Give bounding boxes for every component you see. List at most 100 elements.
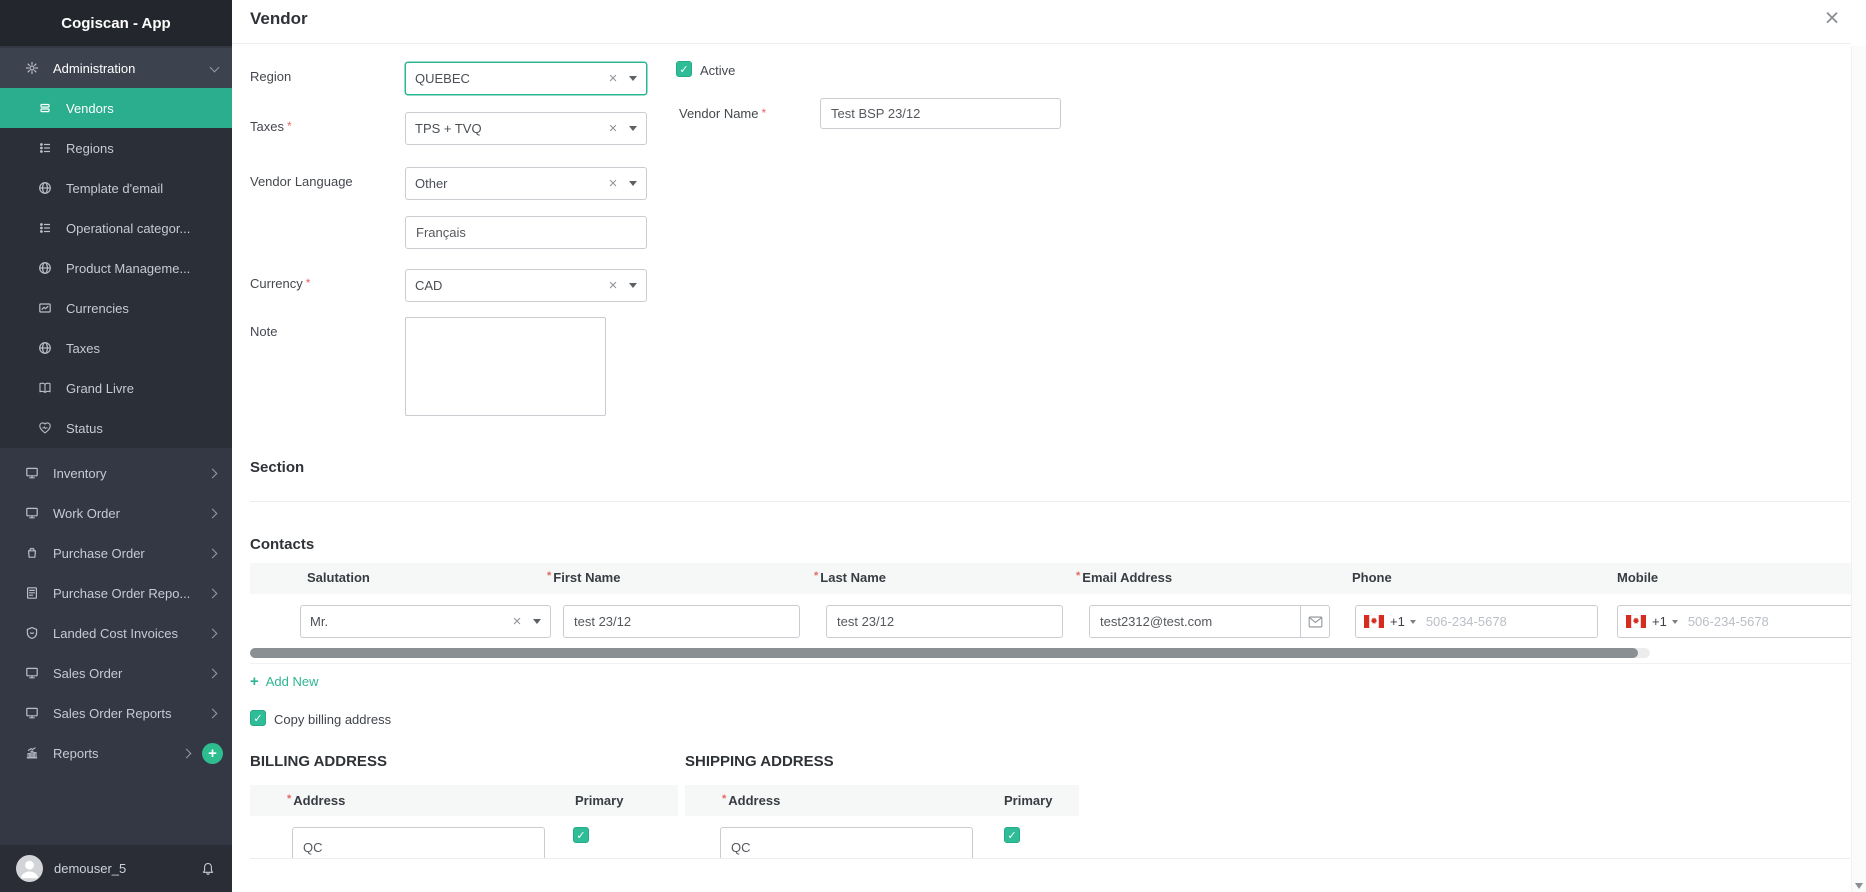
shipping-address-input[interactable] — [720, 827, 973, 859]
vendor-panel: Vendor Region QUEBEC Active Taxes TPS + … — [232, 0, 1866, 892]
vendor-name-label: Vendor Name — [679, 106, 766, 121]
active-checkbox[interactable] — [676, 61, 692, 77]
chevron-right-icon — [208, 588, 218, 598]
user-name: demouser_5 — [54, 861, 200, 876]
mobile-input[interactable] — [1680, 606, 1866, 637]
region-label: Region — [250, 69, 291, 84]
column-header-shipping-address: Address — [722, 793, 780, 808]
sidebar-item-label: Landed Cost Invoices — [53, 626, 178, 641]
taxes-select[interactable]: TPS + TVQ — [405, 112, 647, 145]
avatar[interactable] — [16, 855, 43, 882]
clear-icon[interactable] — [602, 120, 624, 137]
chevron-right-icon — [208, 708, 218, 718]
clear-icon[interactable] — [602, 277, 624, 294]
sidebar-item-sales-order-reports[interactable]: Sales Order Reports — [0, 693, 232, 733]
sidebar-item-label: Grand Livre — [66, 381, 134, 396]
sidebar-item-grand-livre[interactable]: Grand Livre — [0, 368, 232, 408]
horizontal-scrollbar-thumb[interactable] — [250, 648, 1638, 658]
monitor-icon — [24, 705, 40, 721]
column-header-salutation: Salutation — [307, 570, 370, 585]
sidebar-item-inventory[interactable]: Inventory — [0, 453, 232, 493]
clear-icon[interactable] — [602, 70, 624, 87]
currency-select[interactable]: CAD — [405, 269, 647, 302]
billing-address-title: BILLING ADDRESS — [250, 753, 387, 770]
billing-address-input[interactable] — [292, 827, 545, 859]
chevron-down-icon — [210, 62, 220, 72]
dropdown-caret-icon[interactable] — [629, 181, 637, 186]
salutation-select[interactable]: Mr. — [300, 605, 551, 638]
mobile-input-group: +1 — [1617, 605, 1866, 638]
page-title: Vendor — [250, 9, 308, 29]
dropdown-caret-icon[interactable] — [533, 619, 541, 624]
sidebar-item-administration[interactable]: Administration — [0, 48, 232, 88]
sidebar-item-landed-cost-invoices[interactable]: Landed Cost Invoices — [0, 613, 232, 653]
sidebar-item-operational-categories[interactable]: Operational categor... — [0, 208, 232, 248]
scroll-down-arrow-icon[interactable] — [1855, 883, 1863, 889]
vertical-scrollbar-track[interactable] — [1851, 46, 1866, 892]
sidebar-item-reports[interactable]: Reports — [0, 733, 232, 773]
taxes-label: Taxes — [250, 119, 292, 134]
sidebar-item-purchase-order-reports[interactable]: Purchase Order Repo... — [0, 573, 232, 613]
sidebar: Cogiscan - App Administration Vendors Re… — [0, 0, 232, 892]
note-textarea[interactable] — [405, 317, 606, 416]
sidebar-item-vendors[interactable]: Vendors — [0, 88, 232, 128]
required-marker — [303, 276, 311, 291]
shipping-address-title: SHIPPING ADDRESS — [685, 753, 834, 770]
chevron-right-icon — [208, 468, 218, 478]
send-email-button[interactable] — [1300, 606, 1329, 637]
sidebar-item-work-order[interactable]: Work Order — [0, 493, 232, 533]
sidebar-item-label: Administration — [53, 61, 135, 76]
note-label: Note — [250, 324, 277, 339]
dial-code-caret-icon[interactable] — [1672, 620, 1678, 624]
column-header-phone: Phone — [1352, 570, 1392, 585]
sidebar-item-currencies[interactable]: Currencies — [0, 288, 232, 328]
person-icon — [16, 855, 43, 882]
close-icon[interactable] — [1820, 6, 1844, 30]
chevron-right-icon — [208, 548, 218, 558]
column-header-email: Email Address — [1076, 570, 1172, 585]
email-input[interactable] — [1090, 606, 1300, 637]
email-input-group — [1089, 605, 1330, 638]
column-header-last-name: Last Name — [814, 570, 886, 585]
sidebar-item-label: Status — [66, 421, 103, 436]
sidebar-item-template-email[interactable]: Template d'email — [0, 168, 232, 208]
contacts-bottom-divider — [250, 663, 1866, 664]
stack-icon — [37, 100, 53, 116]
sidebar-item-purchase-order[interactable]: Purchase Order — [0, 533, 232, 573]
last-name-input[interactable] — [826, 605, 1063, 638]
clear-icon[interactable] — [506, 613, 528, 630]
dropdown-caret-icon[interactable] — [629, 76, 637, 81]
sidebar-item-regions[interactable]: Regions — [0, 128, 232, 168]
envelope-icon — [1308, 615, 1323, 629]
add-report-button[interactable] — [202, 743, 223, 764]
clear-icon[interactable] — [602, 175, 624, 192]
dial-code-caret-icon[interactable] — [1410, 620, 1416, 624]
sidebar-item-product-management[interactable]: Product Manageme... — [0, 248, 232, 288]
dropdown-caret-icon[interactable] — [629, 126, 637, 131]
vendor-language-select[interactable]: Other — [405, 167, 647, 200]
dropdown-caret-icon[interactable] — [629, 283, 637, 288]
vendor-name-input[interactable] — [820, 98, 1061, 129]
copy-billing-address-checkbox[interactable] — [250, 710, 266, 726]
sidebar-item-sales-order[interactable]: Sales Order — [0, 653, 232, 693]
billing-primary-checkbox[interactable] — [573, 827, 589, 843]
add-new-contact-button[interactable]: Add New — [250, 673, 319, 690]
sidebar-item-taxes[interactable]: Taxes — [0, 328, 232, 368]
vendor-language-label: Vendor Language — [250, 174, 353, 189]
dial-code: +1 — [1390, 614, 1405, 629]
horizontal-scrollbar-track[interactable] — [250, 648, 1650, 658]
bell-icon[interactable] — [200, 861, 216, 877]
sidebar-item-status[interactable]: Status — [0, 408, 232, 448]
region-select[interactable]: QUEBEC — [405, 62, 647, 95]
other-language-input[interactable] — [405, 216, 647, 249]
bag-icon — [24, 545, 40, 561]
column-header-billing-address: Address — [287, 793, 345, 808]
canada-flag-icon — [1364, 615, 1384, 628]
sidebar-item-label: Purchase Order — [53, 546, 145, 561]
first-name-input[interactable] — [563, 605, 800, 638]
phone-input[interactable] — [1418, 606, 1597, 637]
app-title: Cogiscan - App — [0, 0, 232, 46]
monitor-icon — [24, 465, 40, 481]
shipping-primary-checkbox[interactable] — [1004, 827, 1020, 843]
globe-icon — [37, 340, 53, 356]
